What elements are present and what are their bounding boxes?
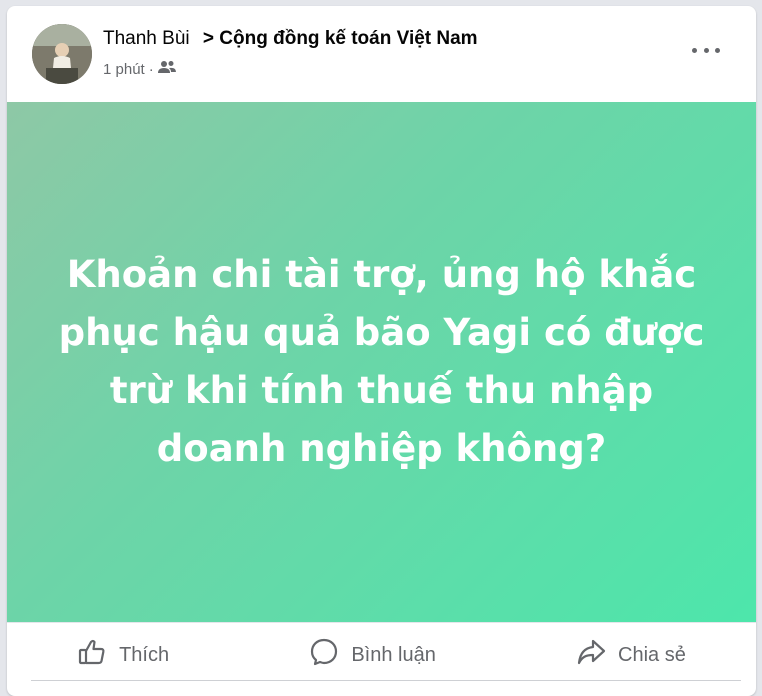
banner-text: Khoản chi tài trợ, ủng hộ khắc phục hậu … — [58, 253, 705, 470]
post-actions: Thích Bình luận Chia sẻ — [7, 622, 756, 687]
comment-button[interactable]: Bình luận — [289, 629, 456, 681]
more-dot — [715, 47, 720, 53]
post-meta: 1 phút · — [103, 60, 176, 78]
author-avatar[interactable] — [32, 24, 92, 84]
comment-label: Bình luận — [351, 643, 436, 666]
share-button[interactable]: Chia sẻ — [556, 629, 706, 681]
comment-icon — [309, 637, 339, 673]
post-timestamp[interactable]: 1 phút — [103, 61, 145, 78]
group-name[interactable]: Cộng đồng kế toán Việt Nam — [219, 28, 477, 49]
meta-separator: · — [148, 60, 154, 78]
share-label: Chia sẻ — [618, 643, 686, 666]
like-button[interactable]: Thích — [57, 629, 189, 681]
post-card: Thanh Bùi > Cộng đồng kế toán Việt Nam 1… — [7, 6, 756, 696]
thumbs-up-icon — [77, 637, 107, 673]
author-name[interactable]: Thanh Bùi — [103, 28, 190, 49]
like-label: Thích — [119, 643, 170, 666]
post-author-line: Thanh Bùi > Cộng đồng kế toán Việt Nam — [103, 28, 478, 50]
post-header: Thanh Bùi > Cộng đồng kế toán Việt Nam 1… — [7, 6, 756, 102]
group-icon — [157, 60, 176, 78]
post-banner[interactable]: Khoản chi tài trợ, ủng hộ khắc phục hậu … — [7, 102, 756, 622]
more-dot — [703, 47, 709, 53]
more-options-icon[interactable] — [692, 42, 720, 58]
divider — [31, 680, 741, 681]
group-arrow: > — [202, 28, 215, 49]
share-icon — [576, 637, 606, 673]
more-dot — [692, 47, 697, 53]
avatar-photo — [32, 24, 92, 84]
